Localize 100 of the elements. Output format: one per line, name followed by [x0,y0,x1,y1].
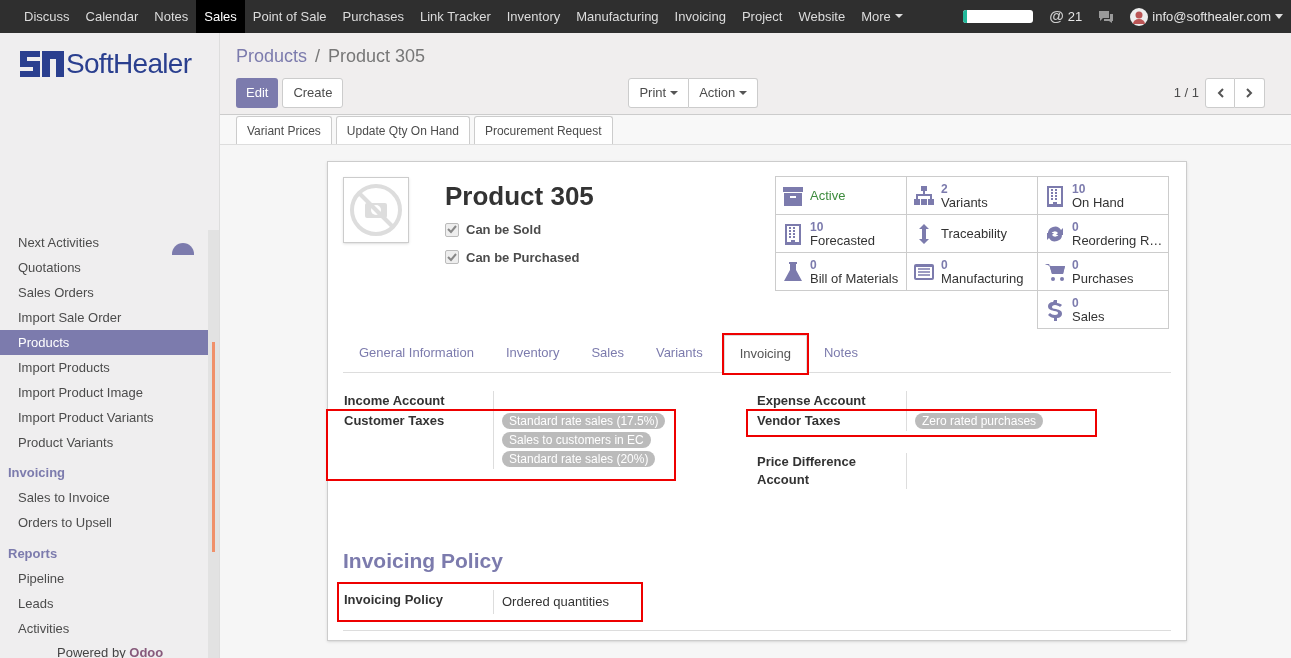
at-sign: @ [1049,6,1064,27]
menu-item[interactable]: Purchases [334,0,412,33]
stat-value: 2 [941,181,949,196]
tab[interactable]: Inventory [490,334,575,372]
menu-item[interactable]: Inventory [498,0,569,33]
menu-item[interactable]: Discuss [16,0,78,33]
pager-value: 1 / 1 [1173,84,1199,103]
caret-icon [670,91,679,95]
chat-icon[interactable] [1098,9,1115,24]
create-button[interactable]: Create [282,78,344,108]
menu-item[interactable]: Project [733,0,791,33]
avatar-icon [1130,7,1149,26]
breadcrumb-link[interactable]: Products [236,43,308,70]
tab[interactable]: Variants [640,334,718,372]
field-label: Income Account [343,392,446,410]
stat-button[interactable]: 0 Bill of Materials [775,252,907,291]
flask-icon [782,260,804,283]
field-label: Vendor Taxes [756,411,842,430]
sidebar-item[interactable]: Pipeline [0,566,208,591]
tab[interactable]: Notes [808,334,873,372]
print-dropdown[interactable]: Print [628,78,690,108]
caret-icon [1275,14,1283,19]
stat-label: Active [810,188,846,203]
action-dropdown[interactable]: Action [689,78,759,108]
stat-value: 0 [810,257,818,272]
tag: Standard rate sales (20%) [502,450,656,467]
section-title: Invoicing Policy [343,547,504,574]
sidebar-item[interactable]: Import Product Image [0,380,208,405]
stat-label: Forecasted [810,233,876,248]
stat-label: Sales [1072,309,1105,324]
stat-button[interactable]: 0 Sales [1037,290,1169,329]
sidebar-item[interactable]: Leads [0,591,208,616]
building-icon [782,222,804,245]
field-label: Customer Taxes [343,411,446,430]
sidebar-item[interactable]: Import Product Variants [0,405,208,430]
stat-label: On Hand [1072,195,1125,210]
checkbox-label: Can be Purchased [466,248,580,267]
stat-value: 0 [1072,219,1080,234]
menu-item[interactable]: Calendar [77,0,147,33]
sidebar-item[interactable]: Import Sale Order [0,305,208,330]
menu-item[interactable]: Notes [146,0,197,33]
image-placeholder [343,177,409,243]
sidebar-item[interactable]: Activities [0,616,208,641]
tab[interactable]: Sales [576,334,639,372]
menu-item[interactable]: Manufacturing [568,0,667,33]
field-label: Expense Account [756,392,867,410]
sidebar-item[interactable]: Products [0,330,208,355]
stat-label: Purchases [1072,271,1134,286]
sidebar-section-title: Reports [7,544,59,563]
sidebar-item[interactable]: Sales Orders [0,280,208,305]
stat-value: 10 [810,219,825,234]
menu-item[interactable]: Sales [196,0,245,33]
tab[interactable]: Invoicing [723,335,807,373]
tag: Standard rate sales (17.5%) [502,412,666,429]
sidebar-item[interactable]: Orders to Upsell [0,510,208,536]
chevron-right-icon [1246,88,1253,98]
stat-label: Bill of Materials [810,271,899,286]
header-button[interactable]: Variant Prices [236,116,332,144]
sidebar-section-title: Invoicing [7,464,67,482]
activity-count: 21 [1067,7,1083,26]
tab[interactable]: General Information [344,334,489,372]
checkbox[interactable] [445,250,459,265]
sidebar-item[interactable]: Next Activities [0,230,208,255]
stat-label: Manufacturing [941,271,1024,286]
company-logo: SoftHealer [20,50,192,78]
stat-button[interactable]: 10 On Hand [1037,176,1169,215]
sidebar-item[interactable]: Product Variants [0,430,208,455]
checkbox[interactable] [445,222,459,237]
stat-value: 0 [941,257,949,272]
next-button[interactable] [1235,78,1265,108]
badge-shape [172,243,194,255]
header-button[interactable]: Update Qty On Hand [335,116,470,144]
tag: Sales to customers in EC [502,431,651,448]
product-name: Product 305 [445,180,595,212]
chevron-left-icon [1216,88,1224,98]
checkbox-label: Can be Sold [466,221,542,239]
breadcrumb-separator: / [315,45,321,68]
field-value: Ordered quantities [502,593,609,611]
sidebar-item[interactable]: Sales to Invoice [0,485,208,511]
menu-item[interactable]: Link Tracker [411,0,499,33]
field-label: Invoicing Policy [343,591,444,609]
menu-item[interactable]: Invoicing [666,0,734,33]
tag: Zero rated purchases [915,412,1044,429]
stat-button[interactable]: Active [775,176,907,215]
menu-item[interactable]: Website [790,0,854,33]
header-button[interactable]: Procurement Request [473,116,613,144]
menu-item[interactable]: More [853,0,911,33]
menu-item[interactable]: Point of Sale [244,0,335,33]
stat-value: 0 [1072,257,1080,272]
scrollbar-thumb[interactable] [212,342,215,552]
stat-value: 10 [1072,181,1087,196]
edit-button[interactable]: Edit [236,78,279,108]
activity-counter[interactable]: @ 21 [1049,5,1083,28]
archive-icon [782,184,804,207]
user-menu[interactable]: info@softhealer.com [1152,6,1271,27]
sidebar-item[interactable]: Quotations [0,255,208,280]
stat-label: Reordering R… [1072,233,1163,248]
stat-label: Traceability [941,226,1007,241]
previous-button[interactable] [1205,78,1235,108]
sidebar-item[interactable]: Import Products [0,355,208,380]
